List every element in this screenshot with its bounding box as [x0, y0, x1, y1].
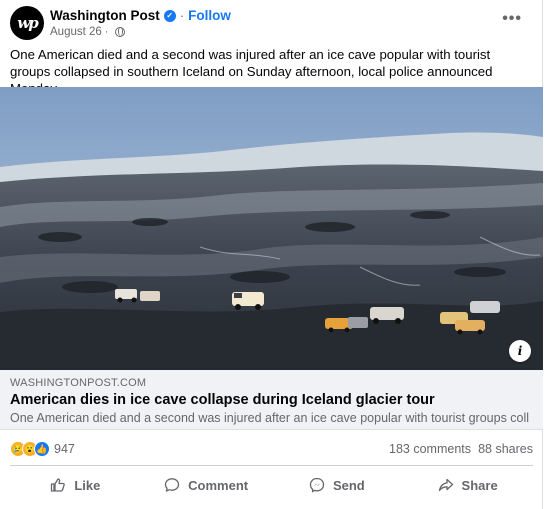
link-domain: WASHINGTONPOST.COM: [10, 377, 147, 389]
separator-dot: ·: [104, 26, 109, 38]
share-label: Share: [461, 477, 498, 493]
page-avatar[interactable]: wp: [10, 6, 44, 40]
globe-icon: [115, 27, 126, 37]
share-button[interactable]: Share: [402, 470, 533, 500]
share-arrow-icon: [438, 478, 453, 492]
more-options-icon[interactable]: •••: [502, 11, 522, 27]
separator-dot: ·: [179, 8, 185, 23]
avatar-logo: wp: [17, 14, 38, 32]
comment-label: Comment: [188, 477, 249, 493]
link-title[interactable]: American dies in ice cave collapse durin…: [10, 392, 435, 408]
post-image[interactable]: i: [0, 87, 543, 370]
verified-badge-icon: ✓: [163, 9, 176, 22]
like-reaction-icon: 👍: [34, 441, 50, 457]
thumbs-up-icon: [51, 478, 66, 492]
send-button[interactable]: Send: [272, 470, 403, 500]
reaction-count[interactable]: 947: [54, 442, 75, 456]
glacier-photo: [0, 87, 543, 370]
follow-button[interactable]: Follow: [188, 8, 231, 23]
comment-icon: [164, 478, 180, 492]
action-bar: Like Comment Send Share: [10, 470, 533, 500]
post-date[interactable]: August 26: [50, 26, 102, 38]
link-preview[interactable]: WASHINGTONPOST.COM American dies in ice …: [0, 370, 543, 430]
post-header: wp Washington Post ✓ · Follow August 26 …: [10, 6, 532, 42]
info-icon[interactable]: i: [509, 340, 531, 362]
page-name-row: Washington Post ✓ · Follow: [50, 8, 231, 23]
comment-button[interactable]: Comment: [141, 470, 272, 500]
divider: [10, 465, 533, 466]
engagement-row: 😢 😮 👍 947 183 comments 88 shares: [10, 441, 533, 459]
comments-count[interactable]: 183 comments: [389, 442, 471, 456]
reaction-icons[interactable]: 😢 😮 👍: [10, 441, 50, 457]
post-meta: August 26 ·: [50, 26, 126, 38]
send-label: Send: [332, 477, 365, 493]
like-label: Like: [74, 477, 101, 493]
post-card: wp Washington Post ✓ · Follow August 26 …: [0, 0, 543, 509]
like-button[interactable]: Like: [10, 470, 141, 500]
link-description: One American died and a second was injur…: [10, 411, 530, 425]
shares-count[interactable]: 88 shares: [478, 442, 533, 456]
messenger-icon: [309, 477, 325, 493]
page-name[interactable]: Washington Post: [50, 8, 160, 23]
